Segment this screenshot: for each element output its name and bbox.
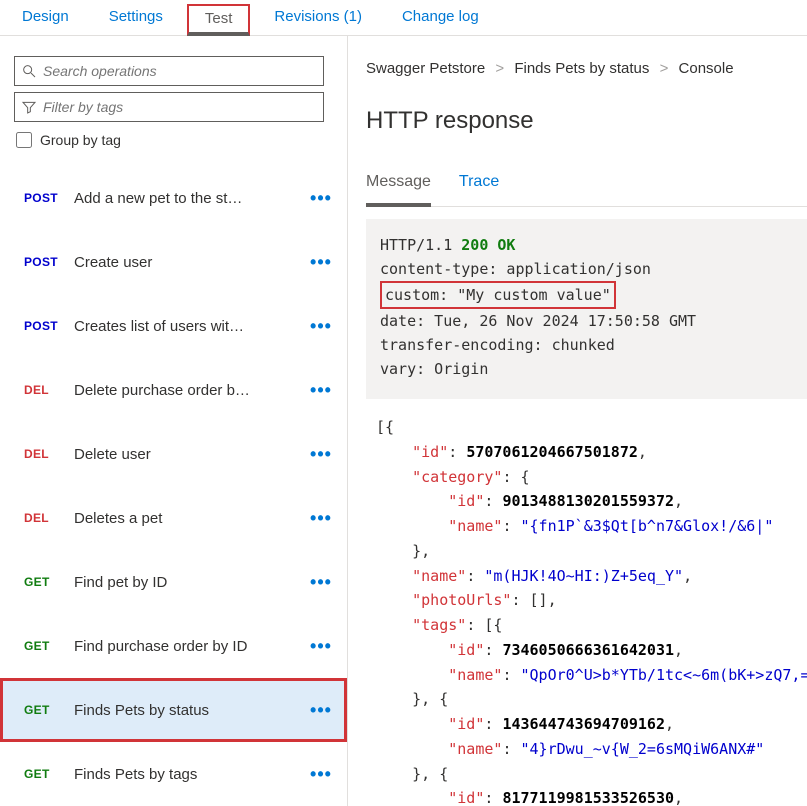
filter-input[interactable] bbox=[43, 99, 317, 115]
more-icon[interactable]: ••• bbox=[307, 508, 335, 529]
operation-name: Delete purchase order b… bbox=[74, 382, 307, 399]
method-badge: GET bbox=[24, 703, 74, 717]
response-panel: HTTP/1.1 200 OK content-type: applicatio… bbox=[366, 219, 807, 806]
method-badge: GET bbox=[24, 575, 74, 589]
operation-item[interactable]: POSTCreates list of users wit…••• bbox=[0, 294, 347, 358]
operation-item[interactable]: DELDelete user••• bbox=[0, 422, 347, 486]
operation-name: Add a new pet to the st… bbox=[74, 190, 307, 207]
operation-item[interactable]: GETFind pet by ID••• bbox=[0, 550, 347, 614]
sub-tab-message[interactable]: Message bbox=[366, 167, 431, 207]
filter-tags[interactable] bbox=[14, 92, 324, 122]
response-title: HTTP response bbox=[366, 107, 807, 135]
more-icon[interactable]: ••• bbox=[307, 700, 335, 721]
operation-item[interactable]: POSTCreate user••• bbox=[0, 230, 347, 294]
operation-item[interactable]: DELDeletes a pet••• bbox=[0, 486, 347, 550]
tab-revisions-[interactable]: Revisions (1) bbox=[258, 4, 378, 35]
search-icon bbox=[21, 63, 37, 79]
more-icon[interactable]: ••• bbox=[307, 252, 335, 273]
method-badge: POST bbox=[24, 191, 74, 205]
operation-item[interactable]: GETFinds Pets by status••• bbox=[0, 678, 347, 742]
operation-item[interactable]: POSTAdd a new pet to the st…••• bbox=[0, 166, 347, 230]
method-badge: GET bbox=[24, 639, 74, 653]
operation-name: Find pet by ID bbox=[74, 574, 307, 591]
more-icon[interactable]: ••• bbox=[307, 764, 335, 785]
operation-name: Creates list of users wit… bbox=[74, 318, 307, 335]
operation-name: Create user bbox=[74, 254, 307, 271]
breadcrumb: Swagger Petstore > Finds Pets by status … bbox=[366, 60, 807, 77]
group-by-checkbox[interactable] bbox=[16, 132, 32, 148]
operation-item[interactable]: GETFinds Pets by tags••• bbox=[0, 742, 347, 806]
status-code: 200 OK bbox=[461, 236, 515, 254]
search-input[interactable] bbox=[43, 63, 317, 79]
more-icon[interactable]: ••• bbox=[307, 636, 335, 657]
custom-header-highlight: custom: "My custom value" bbox=[380, 281, 616, 309]
tab-settings[interactable]: Settings bbox=[93, 4, 179, 35]
group-by-label: Group by tag bbox=[40, 132, 121, 148]
json-body: [{ "id": 5707061204667501872, "category"… bbox=[366, 399, 807, 806]
method-badge: POST bbox=[24, 319, 74, 333]
method-badge: DEL bbox=[24, 383, 74, 397]
more-icon[interactable]: ••• bbox=[307, 188, 335, 209]
tab-test[interactable]: Test bbox=[187, 4, 251, 36]
more-icon[interactable]: ••• bbox=[307, 380, 335, 401]
method-badge: DEL bbox=[24, 447, 74, 461]
method-badge: POST bbox=[24, 255, 74, 269]
more-icon[interactable]: ••• bbox=[307, 316, 335, 337]
operation-name: Finds Pets by tags bbox=[74, 766, 307, 783]
tab-change-log[interactable]: Change log bbox=[386, 4, 495, 35]
more-icon[interactable]: ••• bbox=[307, 572, 335, 593]
more-icon[interactable]: ••• bbox=[307, 444, 335, 465]
operation-item[interactable]: DELDelete purchase order b…••• bbox=[0, 358, 347, 422]
search-operations[interactable] bbox=[14, 56, 324, 86]
operation-name: Find purchase order by ID bbox=[74, 638, 307, 655]
operation-name: Deletes a pet bbox=[74, 510, 307, 527]
sub-tab-trace[interactable]: Trace bbox=[459, 167, 499, 206]
operation-item[interactable]: GETFind purchase order by ID••• bbox=[0, 614, 347, 678]
method-badge: DEL bbox=[24, 511, 74, 525]
operation-name: Delete user bbox=[74, 446, 307, 463]
filter-icon bbox=[21, 99, 37, 115]
operation-name: Finds Pets by status bbox=[74, 702, 307, 719]
tab-design[interactable]: Design bbox=[0, 4, 85, 35]
method-badge: GET bbox=[24, 767, 74, 781]
